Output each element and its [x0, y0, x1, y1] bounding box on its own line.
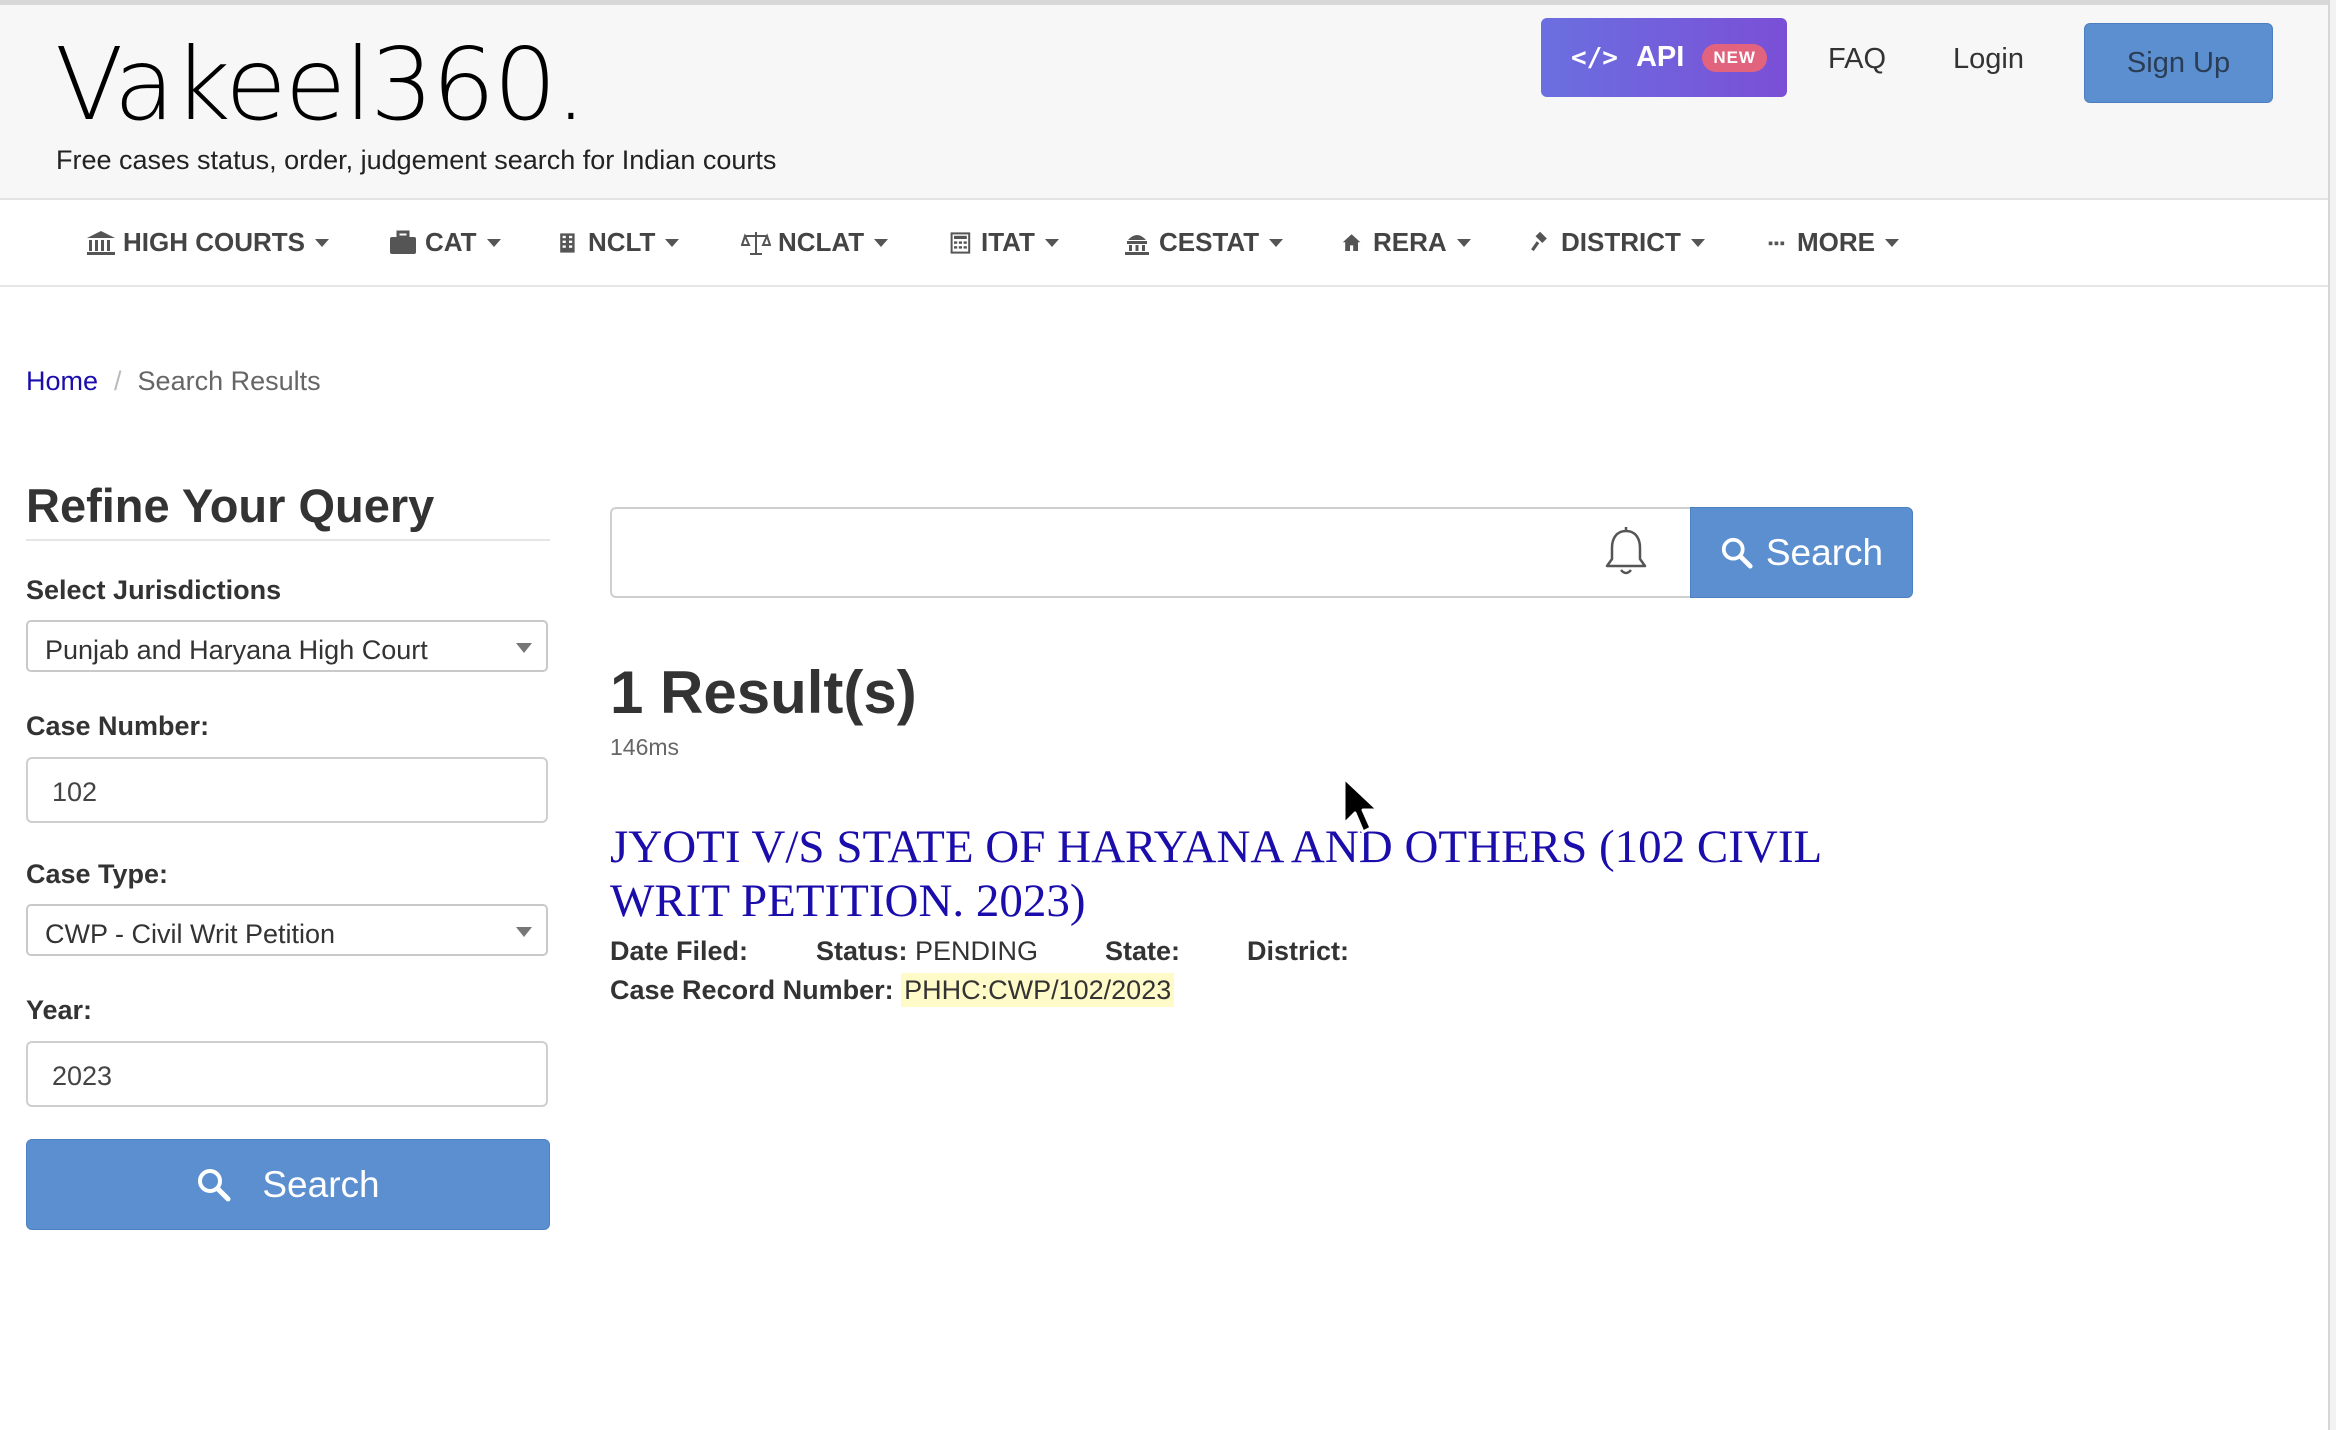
case-number-value: 102	[52, 777, 98, 807]
scrollbar-track[interactable]	[2328, 0, 2336, 1430]
case-type-label: Case Type:	[26, 859, 169, 889]
case-number-label: Case Number:	[26, 711, 210, 741]
main-search-input[interactable]	[610, 507, 1690, 598]
status-value: PENDING	[915, 936, 1039, 966]
dropdown-arrow-icon	[516, 643, 532, 653]
jurisdiction-select[interactable]: Punjab and Haryana High Court	[26, 620, 548, 672]
ellipsis-icon	[1768, 241, 1785, 245]
state-label: State:	[1105, 936, 1181, 966]
caret-down-icon	[1885, 238, 1899, 247]
main-nav: HIGH COURTS CAT NCLT NCLAT ITAT CESTAT R…	[0, 200, 2328, 287]
nav-item-label: NCLAT	[778, 227, 865, 257]
nav-item-high-courts[interactable]: HIGH COURTS	[86, 200, 329, 285]
case-type-select[interactable]: CWP - Civil Writ Petition	[26, 904, 548, 956]
nav-item-label: RERA	[1373, 227, 1447, 257]
sidebar-search-button[interactable]: Search	[26, 1139, 550, 1230]
faq-link[interactable]: FAQ	[1828, 43, 1886, 76]
caret-down-icon	[874, 238, 889, 247]
result-count: 1 Result(s)	[610, 659, 917, 726]
nav-item-label: HIGH COURTS	[123, 227, 305, 257]
api-button[interactable]: </> API NEW	[1541, 18, 1787, 97]
result-title-link[interactable]: JYOTI V/S STATE OF HARYANA AND OTHERS (1…	[610, 820, 1930, 928]
date-filed-field: Date Filed:	[610, 936, 748, 967]
nav-item-cat[interactable]: CAT	[388, 200, 501, 285]
refine-title: Refine Your Query	[26, 479, 435, 532]
jurisdiction-label: Select Jurisdictions	[26, 575, 282, 605]
nav-item-more[interactable]: MORE	[1768, 200, 1899, 285]
status-label: Status:	[816, 936, 908, 966]
nav-item-label: ITAT	[981, 227, 1035, 257]
caret-down-icon	[315, 238, 329, 247]
breadcrumb: Home / Search Results	[26, 366, 321, 397]
site-header: Vakeel360. Free cases status, order, jud…	[0, 5, 2328, 200]
bell-icon[interactable]	[1603, 526, 1649, 578]
breadcrumb-separator: /	[114, 366, 122, 396]
year-label: Year:	[26, 995, 93, 1025]
caret-down-icon	[1690, 238, 1705, 247]
sidebar-search-label: Search	[262, 1163, 380, 1205]
nav-item-district[interactable]: DISTRICT	[1530, 200, 1705, 285]
new-badge: NEW	[1702, 43, 1767, 72]
nav-item-nclt[interactable]: NCLT	[557, 200, 680, 285]
dropdown-arrow-icon	[516, 927, 532, 937]
main-search-label: Search	[1765, 531, 1884, 573]
site-logo[interactable]: Vakeel360.	[55, 25, 587, 145]
briefcase-icon	[390, 230, 416, 254]
calculator-icon	[950, 231, 971, 254]
search-timing: 146ms	[610, 734, 680, 760]
code-icon: </>	[1571, 42, 1618, 73]
building-icon	[560, 232, 575, 253]
record-number-value: PHHC:CWP/102/2023	[901, 973, 1175, 1007]
nav-item-nclat[interactable]: NCLAT	[741, 200, 889, 285]
signup-button[interactable]: Sign Up	[2084, 23, 2273, 103]
search-icon	[1721, 537, 1753, 569]
year-value: 2023	[52, 1061, 113, 1091]
search-icon	[198, 1168, 231, 1201]
state-field: State:	[1105, 936, 1180, 967]
nav-item-label: NCLT	[588, 227, 656, 257]
caret-down-icon	[486, 238, 501, 247]
nav-item-label: MORE	[1797, 227, 1875, 257]
date-filed-label: Date Filed:	[610, 936, 749, 966]
caret-down-icon	[1044, 238, 1059, 247]
site-tagline: Free cases status, order, judgement sear…	[56, 145, 777, 175]
bank-icon	[87, 230, 115, 255]
home-icon	[1342, 233, 1361, 251]
login-link[interactable]: Login	[1953, 43, 2024, 76]
gavel-icon	[1531, 231, 1547, 251]
nav-item-rera[interactable]: RERA	[1342, 200, 1471, 285]
nav-item-label: DISTRICT	[1561, 227, 1681, 257]
record-number-label: Case Record Number:	[610, 975, 894, 1005]
case-type-select-value: CWP - Civil Writ Petition	[45, 919, 336, 949]
district-field: District:	[1247, 936, 1349, 967]
breadcrumb-home-link[interactable]: Home	[26, 366, 98, 396]
jurisdiction-select-value: Punjab and Haryana High Court	[45, 635, 428, 665]
nav-item-cestat[interactable]: CESTAT	[1122, 200, 1284, 285]
year-input[interactable]: 2023	[26, 1041, 548, 1107]
record-number-field: Case Record Number: PHHC:CWP/102/2023	[610, 973, 1175, 1007]
district-label: District:	[1247, 936, 1350, 966]
refine-divider	[26, 539, 550, 541]
nav-item-label: CAT	[425, 227, 477, 257]
caret-down-icon	[1456, 238, 1471, 247]
case-number-input[interactable]: 102	[26, 757, 548, 823]
status-field: Status: PENDING	[816, 936, 1038, 967]
main-search-button[interactable]: Search	[1690, 507, 1913, 598]
nav-item-itat[interactable]: ITAT	[950, 200, 1059, 285]
scales-icon	[741, 231, 771, 255]
caret-down-icon	[665, 238, 680, 247]
mouse-cursor-icon	[1342, 776, 1380, 834]
api-button-label: API	[1635, 41, 1685, 73]
caret-down-icon	[1269, 238, 1284, 247]
breadcrumb-current: Search Results	[137, 366, 321, 396]
nav-item-label: CESTAT	[1159, 227, 1260, 257]
landmark-icon	[1125, 234, 1149, 255]
